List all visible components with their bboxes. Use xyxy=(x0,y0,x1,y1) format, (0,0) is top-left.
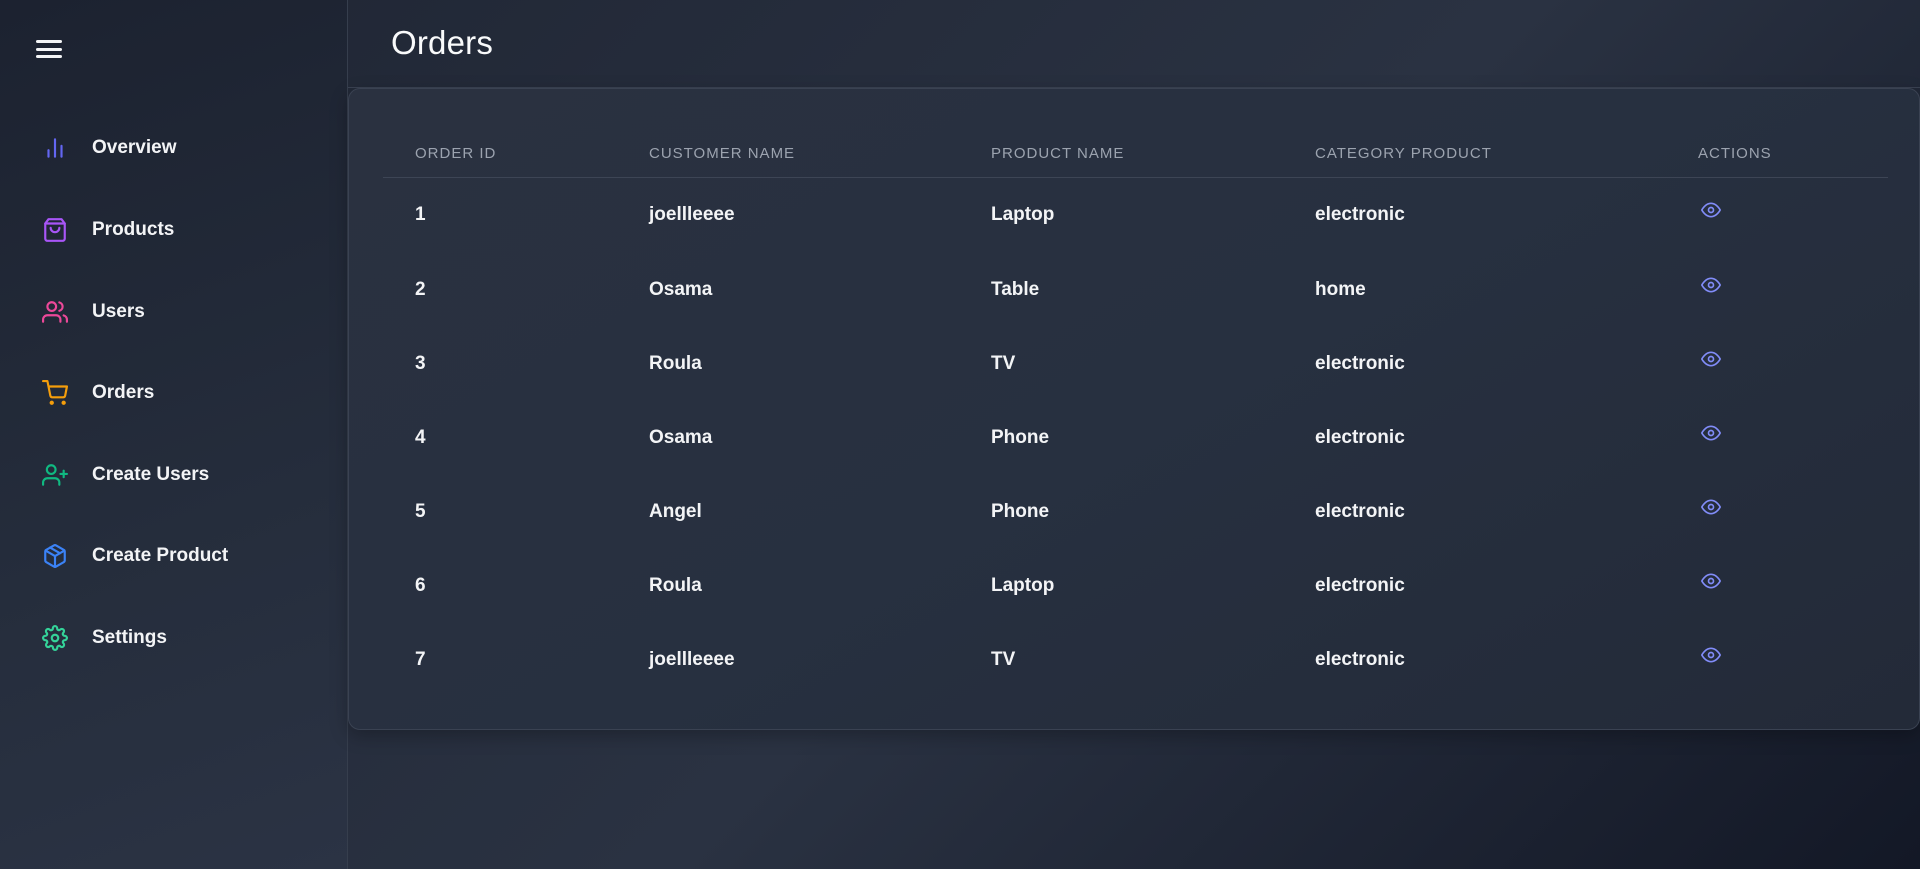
eye-icon[interactable] xyxy=(1698,349,1724,369)
cell-order-id: 7 xyxy=(415,649,426,670)
cell-actions xyxy=(1666,253,1888,327)
shopping-bag-icon xyxy=(28,217,86,243)
eye-icon[interactable] xyxy=(1698,571,1724,591)
sidebar-item-label: Products xyxy=(92,219,175,240)
cell-customer-name: Angel xyxy=(649,501,702,522)
settings-icon xyxy=(28,625,86,651)
cell-category-product: electronic xyxy=(1315,204,1405,226)
sidebar-item-label: Overview xyxy=(92,137,177,158)
sidebar-item-label: Create Product xyxy=(92,545,229,566)
sidebar-item-create-users[interactable]: Create Users xyxy=(28,447,328,503)
cell-order-id: 6 xyxy=(415,575,426,596)
cell-actions xyxy=(1666,623,1888,697)
orders-table-card: ORDER ID CUSTOMER NAME PRODUCT NAME CATE… xyxy=(348,88,1920,730)
page-title: Orders xyxy=(391,24,494,61)
eye-icon[interactable] xyxy=(1698,200,1724,220)
cell-customer-name: joellleeee xyxy=(649,649,735,670)
orders-table: ORDER ID CUSTOMER NAME PRODUCT NAME CATE… xyxy=(383,131,1888,697)
column-header-product-name: PRODUCT NAME xyxy=(959,131,1283,178)
column-header-actions: ACTIONS xyxy=(1666,131,1888,178)
sidebar-item-label: Users xyxy=(92,301,145,322)
cell-order-id: 3 xyxy=(415,353,426,374)
cell-actions xyxy=(1666,327,1888,401)
cell-order-id: 2 xyxy=(415,279,426,300)
cell-category-product: electronic xyxy=(1315,427,1405,448)
table-row: 3 Roula TV electronic xyxy=(383,327,1888,401)
cell-product-name: Laptop xyxy=(991,575,1055,596)
cell-category-product: electronic xyxy=(1315,501,1405,522)
hamburger-menu-icon[interactable] xyxy=(36,37,62,61)
cell-category-product: home xyxy=(1315,279,1366,300)
cell-category-product: electronic xyxy=(1315,353,1405,374)
user-plus-icon xyxy=(28,462,86,488)
cell-product-name: Phone xyxy=(991,427,1050,448)
package-icon xyxy=(28,543,86,569)
cell-customer-name: Osama xyxy=(649,427,713,448)
sidebar-item-create-product[interactable]: Create Product xyxy=(28,528,328,584)
cell-category-product: electronic xyxy=(1315,575,1405,596)
column-header-order-id: ORDER ID xyxy=(383,131,617,178)
table-row: 4 Osama Phone electronic xyxy=(383,401,1888,475)
cell-actions xyxy=(1666,549,1888,623)
page-header: Orders xyxy=(348,0,1920,88)
table-row: 2 Osama Table home xyxy=(383,253,1888,327)
sidebar-item-orders[interactable]: Orders xyxy=(28,365,328,421)
table-header-row: ORDER ID CUSTOMER NAME PRODUCT NAME CATE… xyxy=(383,131,1888,178)
cell-product-name: Table xyxy=(991,279,1040,300)
cell-actions xyxy=(1666,401,1888,475)
cell-order-id: 1 xyxy=(415,204,426,226)
users-icon xyxy=(28,299,86,325)
cell-customer-name: joellleeee xyxy=(649,204,735,226)
eye-icon[interactable] xyxy=(1698,497,1724,517)
shopping-cart-icon xyxy=(28,380,86,406)
table-row: 1 joellleeee Laptop electronic xyxy=(383,177,1888,253)
sidebar-item-overview[interactable]: Overview xyxy=(28,120,328,176)
cell-product-name: Phone xyxy=(991,501,1050,522)
eye-icon[interactable] xyxy=(1698,275,1724,295)
bar-chart-icon xyxy=(28,135,86,161)
cell-category-product: electronic xyxy=(1315,649,1405,670)
cell-order-id: 5 xyxy=(415,501,426,522)
cell-order-id: 4 xyxy=(415,427,426,448)
sidebar-item-label: Orders xyxy=(92,382,155,403)
sidebar-item-label: Create Users xyxy=(92,464,210,485)
sidebar-item-users[interactable]: Users xyxy=(28,284,328,340)
cell-actions xyxy=(1666,177,1888,253)
eye-icon[interactable] xyxy=(1698,645,1724,665)
column-header-customer-name: CUSTOMER NAME xyxy=(617,131,959,178)
sidebar: Overview Products Users Orders Create Us… xyxy=(0,0,348,869)
cell-product-name: TV xyxy=(991,353,1016,374)
cell-customer-name: Roula xyxy=(649,575,702,596)
sidebar-item-products[interactable]: Products xyxy=(28,202,328,258)
cell-product-name: Laptop xyxy=(991,204,1055,226)
cell-product-name: TV xyxy=(991,649,1016,670)
table-row: 6 Roula Laptop electronic xyxy=(383,549,1888,623)
table-row: 5 Angel Phone electronic xyxy=(383,475,1888,549)
cell-customer-name: Osama xyxy=(649,279,713,300)
table-row: 7 joellleeee TV electronic xyxy=(383,623,1888,697)
eye-icon[interactable] xyxy=(1698,423,1724,443)
column-header-category-product: CATEGORY PRODUCT xyxy=(1283,131,1666,178)
sidebar-item-settings[interactable]: Settings xyxy=(28,610,328,666)
cell-customer-name: Roula xyxy=(649,353,702,374)
cell-actions xyxy=(1666,475,1888,549)
sidebar-item-label: Settings xyxy=(92,627,167,648)
